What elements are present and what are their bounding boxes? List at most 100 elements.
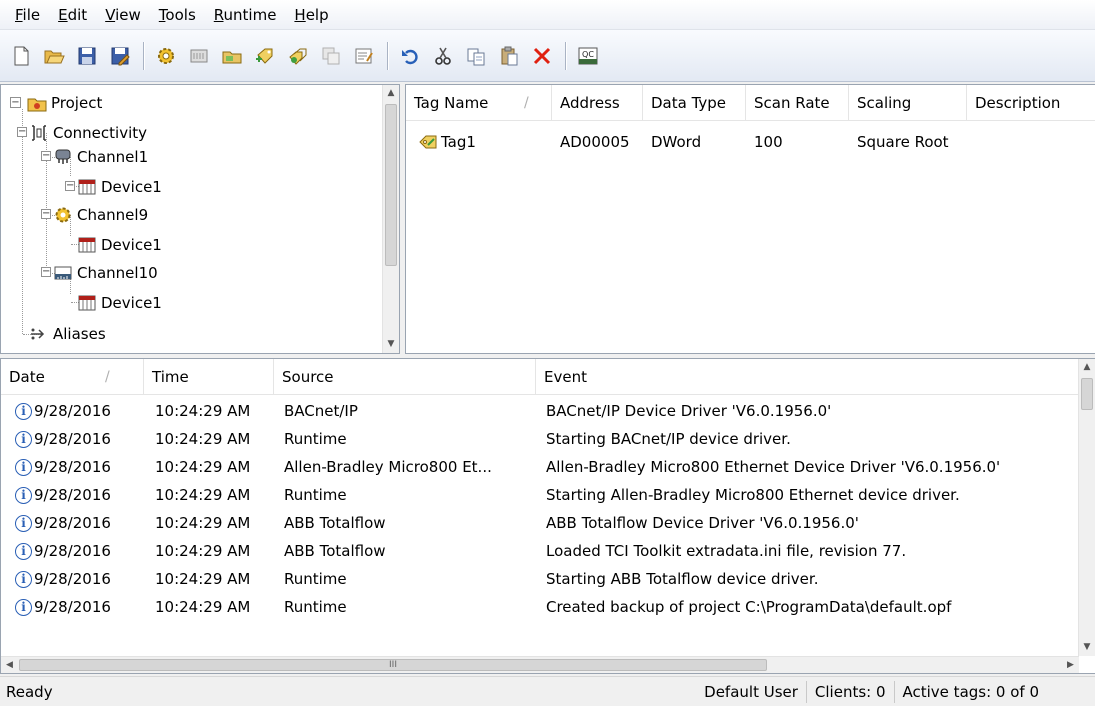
table-row[interactable]: i 9/28/2016 10:24:29 AM BACnet/IP BACnet… bbox=[1, 397, 1079, 425]
tag-icon bbox=[418, 134, 438, 150]
menu-file[interactable]: File bbox=[6, 0, 49, 30]
column-description[interactable]: Description bbox=[967, 85, 1095, 121]
table-row[interactable]: i 9/28/2016 10:24:29 AM Runtime Created … bbox=[1, 593, 1079, 621]
column-scaling[interactable]: Scaling bbox=[849, 85, 967, 121]
tree-collapse-project[interactable]: − bbox=[10, 97, 21, 108]
tree-collapse-channel10[interactable]: − bbox=[41, 267, 51, 277]
project-icon bbox=[27, 93, 47, 113]
scroll-right-arrow-icon[interactable]: ▶ bbox=[1062, 657, 1079, 673]
paste-icon[interactable] bbox=[496, 43, 522, 69]
event-log-header: Date / Time Source Event bbox=[1, 359, 1079, 395]
tag-scan-rate: 100 bbox=[754, 133, 783, 151]
tree-node-channel9[interactable]: Channel9 bbox=[53, 203, 148, 227]
tag-scaling: Square Root bbox=[857, 133, 949, 151]
new-icon[interactable] bbox=[8, 43, 34, 69]
tag-name: Tag1 bbox=[441, 133, 476, 151]
toolbar-separator bbox=[565, 41, 566, 70]
info-icon: i bbox=[15, 514, 32, 532]
aliases-icon bbox=[29, 324, 49, 344]
column-tag-name[interactable]: Tag Name / bbox=[406, 85, 552, 121]
column-scan-rate[interactable]: Scan Rate bbox=[746, 85, 849, 121]
new-device-icon[interactable] bbox=[186, 43, 212, 69]
new-channel-icon[interactable] bbox=[153, 43, 179, 69]
open-icon[interactable] bbox=[41, 43, 67, 69]
channel-icon bbox=[53, 147, 73, 167]
save-icon[interactable] bbox=[74, 43, 100, 69]
status-text: Ready bbox=[6, 682, 53, 701]
status-active-tags: Active tags: 0 of 0 bbox=[893, 680, 1047, 703]
scroll-left-arrow-icon[interactable]: ◀ bbox=[1, 657, 18, 673]
tree-collapse-channel1-device1[interactable]: − bbox=[65, 181, 75, 191]
tree-node-project[interactable]: Project bbox=[27, 91, 102, 115]
channel-icon bbox=[53, 263, 73, 283]
column-event[interactable]: Event bbox=[536, 359, 1079, 395]
tag-list-header: Tag Name / Address Data Type Scan Rate Sc… bbox=[406, 85, 1095, 121]
toolbar-separator bbox=[143, 41, 144, 70]
column-time[interactable]: Time bbox=[144, 359, 274, 395]
menu-tools[interactable]: Tools bbox=[150, 0, 205, 30]
table-row[interactable]: Tag1 AD00005 DWord 100 Square Root bbox=[406, 128, 1095, 156]
menu-runtime[interactable]: Runtime bbox=[205, 0, 286, 30]
tree-node-channel10-device1[interactable]: Device1 bbox=[77, 291, 162, 315]
scroll-down-arrow-icon[interactable]: ▼ bbox=[1079, 639, 1095, 656]
event-log-vertical-scrollbar[interactable]: ▲ ▼ bbox=[1078, 359, 1095, 656]
event-log-hscroll-thumb[interactable]: III bbox=[19, 659, 767, 671]
column-date[interactable]: Date / bbox=[1, 359, 144, 395]
properties-icon[interactable] bbox=[351, 43, 377, 69]
undo-icon[interactable] bbox=[397, 43, 423, 69]
column-source[interactable]: Source bbox=[274, 359, 536, 395]
info-icon: i bbox=[15, 402, 32, 420]
menu-edit[interactable]: Edit bbox=[49, 0, 96, 30]
tree-node-channel10[interactable]: Channel10 bbox=[53, 261, 158, 285]
tree-collapse-channel9[interactable]: − bbox=[41, 209, 51, 219]
info-icon: i bbox=[15, 430, 32, 448]
new-tag-group-icon[interactable] bbox=[219, 43, 245, 69]
table-row[interactable]: i 9/28/2016 10:24:29 AM Allen-Bradley Mi… bbox=[1, 453, 1079, 481]
status-bar: Ready Default User Clients: 0 Active tag… bbox=[0, 676, 1095, 706]
connectivity-icon bbox=[29, 123, 49, 143]
tree-node-channel9-device1[interactable]: Device1 bbox=[77, 233, 162, 257]
scroll-down-arrow-icon[interactable]: ▼ bbox=[383, 336, 399, 353]
event-log-scroll-thumb[interactable] bbox=[1081, 378, 1093, 410]
menu-help[interactable]: Help bbox=[285, 0, 337, 30]
sort-indicator-icon: / bbox=[524, 95, 529, 111]
tree-collapse-channel1[interactable]: − bbox=[41, 151, 51, 161]
menu-view[interactable]: View bbox=[96, 0, 150, 30]
toolbar: QC bbox=[0, 30, 1095, 82]
save-as-icon[interactable] bbox=[107, 43, 133, 69]
tree-node-connectivity[interactable]: Connectivity bbox=[29, 121, 147, 145]
tree-node-aliases[interactable]: Aliases bbox=[29, 322, 106, 346]
device-icon bbox=[77, 235, 97, 255]
event-log-horizontal-scrollbar[interactable]: ◀ III ▶ bbox=[1, 656, 1079, 673]
info-icon: i bbox=[15, 458, 32, 476]
column-data-type[interactable]: Data Type bbox=[643, 85, 746, 121]
scroll-up-arrow-icon[interactable]: ▲ bbox=[1079, 359, 1095, 376]
table-row[interactable]: i 9/28/2016 10:24:29 AM Runtime Starting… bbox=[1, 481, 1079, 509]
device-icon bbox=[77, 177, 97, 197]
bulk-tag-icon[interactable] bbox=[285, 43, 311, 69]
column-address[interactable]: Address bbox=[552, 85, 643, 121]
table-row[interactable]: i 9/28/2016 10:24:29 AM Runtime Starting… bbox=[1, 565, 1079, 593]
delete-icon[interactable] bbox=[529, 43, 555, 69]
tag-data-type: DWord bbox=[651, 133, 702, 151]
tree-collapse-connectivity[interactable]: − bbox=[17, 127, 27, 137]
tree-node-channel1-device1[interactable]: Device1 bbox=[77, 175, 162, 199]
toolbar-separator bbox=[387, 41, 388, 70]
table-row[interactable]: i 9/28/2016 10:24:29 AM Runtime Starting… bbox=[1, 425, 1079, 453]
project-tree: − Project − Connectivity − Channel1 − De… bbox=[0, 84, 400, 354]
copy-icon[interactable] bbox=[463, 43, 489, 69]
sort-indicator-icon: / bbox=[105, 369, 110, 385]
duplicate-icon[interactable] bbox=[318, 43, 344, 69]
info-icon: i bbox=[15, 542, 32, 560]
table-row[interactable]: i 9/28/2016 10:24:29 AM ABB Totalflow AB… bbox=[1, 509, 1079, 537]
tree-vertical-scrollbar[interactable]: ▲ ▼ bbox=[382, 85, 399, 353]
status-clients: Clients: 0 bbox=[805, 680, 894, 703]
new-tag-icon[interactable] bbox=[252, 43, 278, 69]
tag-list: Tag Name / Address Data Type Scan Rate Sc… bbox=[405, 84, 1095, 354]
quick-client-icon[interactable]: QC bbox=[575, 43, 601, 69]
table-row[interactable]: i 9/28/2016 10:24:29 AM ABB Totalflow Lo… bbox=[1, 537, 1079, 565]
tree-node-channel1[interactable]: Channel1 bbox=[53, 145, 148, 169]
scroll-up-arrow-icon[interactable]: ▲ bbox=[383, 85, 399, 102]
cut-icon[interactable] bbox=[430, 43, 456, 69]
tree-scroll-thumb[interactable] bbox=[385, 104, 397, 266]
